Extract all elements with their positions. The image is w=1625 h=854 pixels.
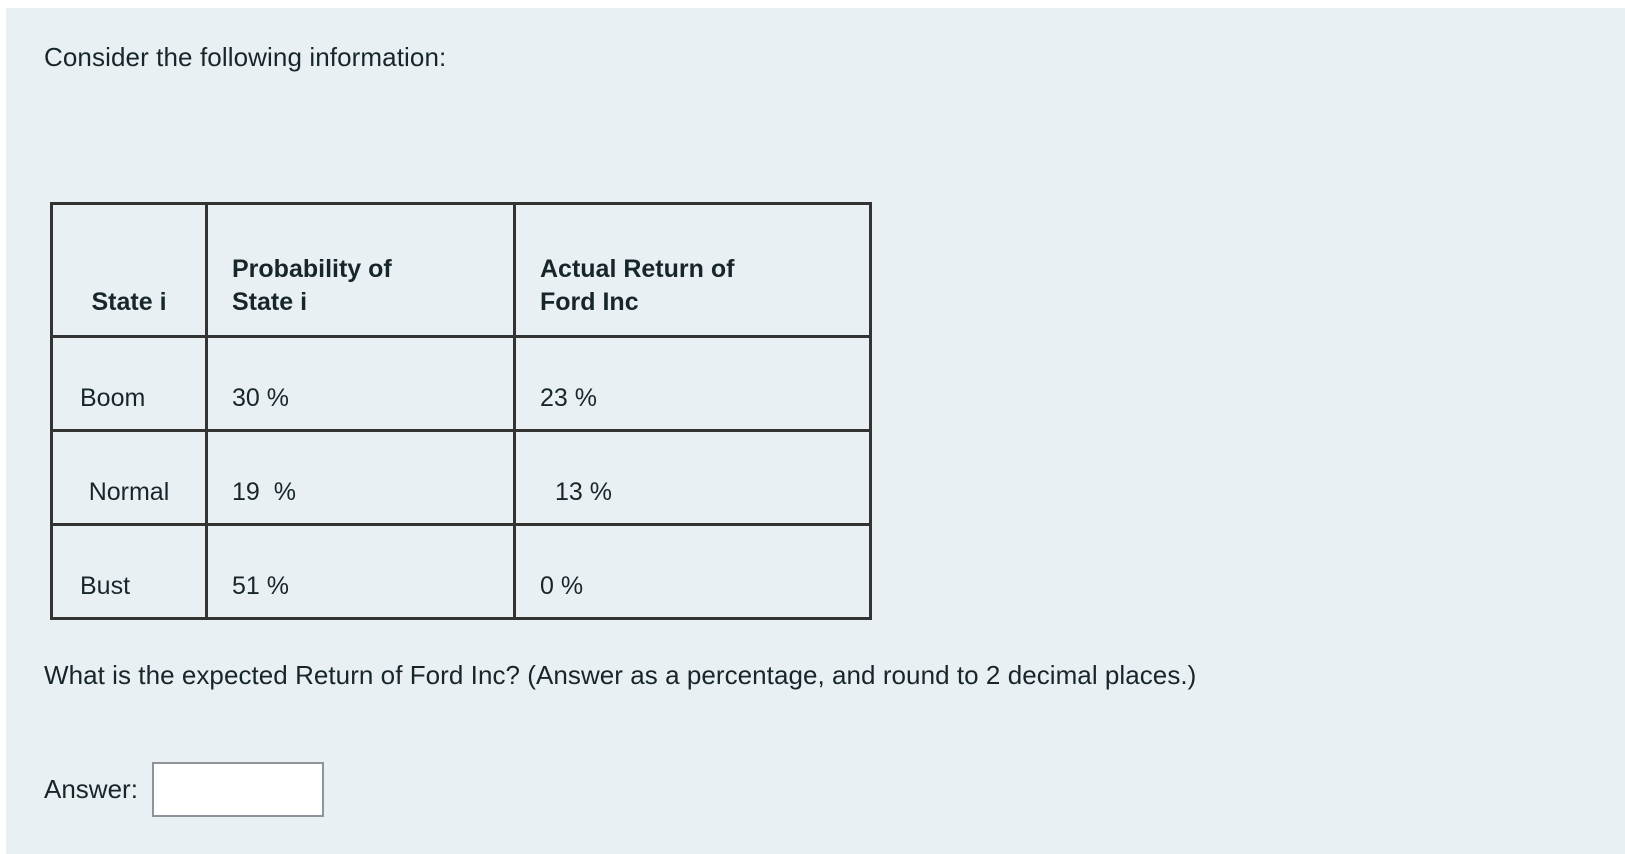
- header-cell-state: State i: [50, 202, 208, 338]
- header-cell-probability: Probability of State i: [205, 202, 516, 338]
- header-actual-return-label: Actual Return of Ford Inc: [516, 253, 869, 335]
- table-row: Boom 30 % 23 %: [50, 335, 872, 432]
- state-value: Normal: [88, 478, 170, 506]
- actual-return-value: 23 %: [540, 384, 597, 412]
- cell-return-boom: 23 %: [513, 335, 872, 432]
- header-probability-label: Probability of State i: [208, 253, 513, 335]
- cell-probability-normal: 19 %: [205, 429, 516, 526]
- question-text: What is the expected Return of Ford Inc?…: [44, 660, 1197, 690]
- answer-label: Answer:: [44, 774, 138, 804]
- cell-state-normal: Normal: [50, 429, 208, 526]
- header-cell-actual-return: Actual Return of Ford Inc: [513, 202, 872, 338]
- probability-value: 51 %: [232, 572, 289, 600]
- probability-value: 19 %: [232, 478, 296, 506]
- answer-input[interactable]: [151, 762, 324, 817]
- table-row: Bust 51 % 0 %: [50, 523, 872, 620]
- header-probability-line1: Probability of: [232, 255, 392, 283]
- cell-return-normal: 13 %: [513, 429, 872, 526]
- information-table: State i Probability of State i Actual Re…: [50, 202, 872, 620]
- header-probability-line2: State i: [232, 288, 308, 316]
- intro-text: Consider the following information:: [44, 42, 447, 72]
- header-actual-return-line1: Actual Return of: [540, 255, 735, 283]
- state-value: Boom: [80, 384, 146, 412]
- cell-return-bust: 0 %: [513, 523, 872, 620]
- state-value: Bust: [80, 572, 131, 600]
- actual-return-value: 0 %: [540, 572, 584, 600]
- actual-return-value: 13 %: [548, 478, 612, 506]
- header-state-label: State i: [91, 288, 167, 316]
- cell-probability-boom: 30 %: [205, 335, 516, 432]
- header-actual-return-line2: Ford Inc: [540, 288, 639, 316]
- cell-state-bust: Bust: [50, 523, 208, 620]
- answer-row: Answer:: [44, 762, 324, 817]
- cell-probability-bust: 51 %: [205, 523, 516, 620]
- probability-value: 30 %: [232, 384, 289, 412]
- cell-state-boom: Boom: [50, 335, 208, 432]
- question-page: Consider the following information: Stat…: [6, 8, 1625, 854]
- table-header-row: State i Probability of State i Actual Re…: [50, 202, 872, 338]
- table-row: Normal 19 % 13 %: [50, 429, 872, 526]
